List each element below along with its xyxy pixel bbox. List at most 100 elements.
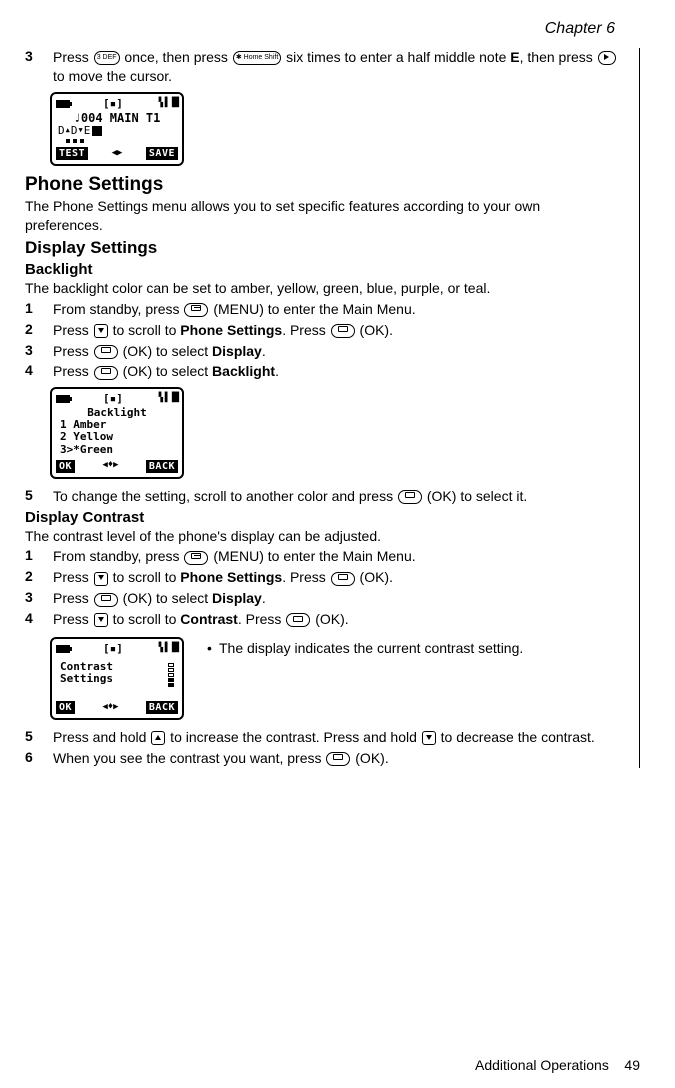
brackets-icon: [▪] bbox=[103, 643, 123, 655]
text: (MENU) to enter the Main Menu. bbox=[209, 548, 415, 564]
key-ok bbox=[94, 345, 118, 359]
step-d1: 1 From standby, press (MENU) to enter th… bbox=[25, 547, 621, 566]
text: Press bbox=[53, 363, 93, 379]
step-number: 4 bbox=[25, 362, 53, 381]
cursor-box bbox=[92, 126, 102, 136]
step-number: 3 bbox=[25, 48, 53, 86]
step-number: 1 bbox=[25, 547, 53, 566]
text: to decrease the contrast. bbox=[437, 729, 595, 745]
text: once, then press bbox=[121, 49, 232, 65]
battery-icon bbox=[56, 395, 70, 403]
key-up bbox=[151, 731, 165, 745]
key-menu bbox=[184, 551, 208, 565]
footer-page-number: 49 bbox=[624, 1057, 640, 1073]
up-icon: ▲ bbox=[66, 127, 70, 135]
lcd-body: ♩004 MAIN T1 D▲D▼ E bbox=[56, 110, 178, 145]
step-number: 1 bbox=[25, 300, 53, 319]
step-number: 3 bbox=[25, 342, 53, 361]
text: From standby, press bbox=[53, 548, 183, 564]
step-number: 2 bbox=[25, 568, 53, 587]
lcd-row: 3>*Green bbox=[60, 444, 174, 456]
text: . bbox=[262, 343, 266, 359]
text: Press bbox=[53, 49, 93, 65]
lcd-status-row: [▪] ▝▖▌▐█ bbox=[56, 98, 178, 110]
footer-section: Additional Operations bbox=[475, 1057, 609, 1073]
nav-arrows-icon: ◀♦▶ bbox=[102, 461, 118, 471]
lcd-status-row: [▪] ▝▖▌▐█ bbox=[56, 643, 178, 655]
lcd-de-row: D▲D▼ E bbox=[56, 125, 178, 137]
heading-phone-settings: Phone Settings bbox=[25, 174, 621, 196]
key-3def: 3 DEF bbox=[94, 51, 120, 65]
text: (MENU) to enter the Main Menu. bbox=[209, 301, 415, 317]
lcd-softkeys: OK ◀♦▶ BACK bbox=[56, 460, 178, 473]
key-ok bbox=[326, 752, 350, 766]
text: D bbox=[71, 125, 78, 137]
text: (OK). bbox=[356, 569, 393, 585]
text: Press and hold bbox=[53, 729, 150, 745]
step-b4: 4 Press (OK) to select Backlight. bbox=[25, 362, 621, 381]
text: (OK) to select it. bbox=[423, 488, 527, 504]
key-star-shift: ✱ Home Shift bbox=[233, 51, 281, 65]
text: to scroll to bbox=[109, 322, 181, 338]
note-area: The display indicates the current contra… bbox=[199, 631, 621, 659]
key-down bbox=[94, 572, 108, 586]
step-text: Press (OK) to select Display. bbox=[53, 342, 621, 361]
key-ok bbox=[94, 593, 118, 607]
step-text: Press and hold to increase the contrast.… bbox=[53, 728, 621, 747]
text: E bbox=[84, 125, 91, 137]
brackets-icon: [▪] bbox=[103, 393, 123, 405]
text: To change the setting, scroll to another… bbox=[53, 488, 397, 504]
step-text: From standby, press (MENU) to enter the … bbox=[53, 300, 621, 319]
text: to move the cursor. bbox=[53, 68, 172, 84]
lcd-line: Settings bbox=[60, 673, 113, 685]
battery-icon bbox=[56, 645, 70, 653]
heading-display-contrast: Display Contrast bbox=[25, 509, 621, 526]
text: Press bbox=[53, 343, 93, 359]
step-d3: 3 Press (OK) to select Display. bbox=[25, 589, 621, 608]
step-text: Press (OK) to select Backlight. bbox=[53, 362, 621, 381]
text: . Press bbox=[282, 322, 329, 338]
step-e6: 6 When you see the contrast you want, pr… bbox=[25, 749, 621, 768]
heading-display-settings: Display Settings bbox=[25, 238, 621, 258]
text: From standby, press bbox=[53, 301, 183, 317]
key-down bbox=[422, 731, 436, 745]
text: (OK). bbox=[351, 750, 388, 766]
lcd-with-note: [▪] ▝▖▌▐█ Contrast Settings OK ◀♦▶ bbox=[25, 631, 621, 728]
step-number: 3 bbox=[25, 589, 53, 608]
lcd-row: 2 Yellow bbox=[60, 431, 174, 443]
text: (OK) to select bbox=[119, 343, 212, 359]
text: (OK). bbox=[311, 611, 348, 627]
text: Press bbox=[53, 590, 93, 606]
key-ok bbox=[94, 366, 118, 380]
key-down bbox=[94, 324, 108, 338]
key-down bbox=[94, 613, 108, 627]
text: . Press bbox=[238, 611, 285, 627]
step-number: 2 bbox=[25, 321, 53, 340]
paragraph: The backlight color can be set to amber,… bbox=[25, 279, 621, 298]
page-footer: Additional Operations 49 bbox=[475, 1057, 640, 1073]
text-bold: Display bbox=[212, 590, 262, 606]
text-bold: Backlight bbox=[212, 363, 275, 379]
text: . bbox=[275, 363, 279, 379]
lcd-softkeys: TEST ◀▶ SAVE bbox=[56, 147, 178, 160]
text-bold: Contrast bbox=[180, 611, 238, 627]
key-ok bbox=[331, 324, 355, 338]
text: Press bbox=[53, 569, 93, 585]
text: to scroll to bbox=[109, 569, 181, 585]
step-text: Press to scroll to Phone Settings. Press… bbox=[53, 321, 621, 340]
signal-icon: ▝▖▌▐█ bbox=[156, 99, 178, 109]
step-text: Press to scroll to Contrast. Press (OK). bbox=[53, 610, 621, 629]
key-ok bbox=[286, 613, 310, 627]
chapter-header: Chapter 6 bbox=[25, 20, 640, 38]
lcd-screen-1: [▪] ▝▖▌▐█ ♩004 MAIN T1 D▲D▼ E TEST ◀▶ SA… bbox=[50, 92, 184, 166]
step-number: 5 bbox=[25, 487, 53, 506]
text: . Press bbox=[282, 569, 329, 585]
step-text: From standby, press (MENU) to enter the … bbox=[53, 547, 621, 566]
step-a3: 3 Press 3 DEF once, then press ✱ Home Sh… bbox=[25, 48, 621, 86]
paragraph: The contrast level of the phone's displa… bbox=[25, 527, 621, 546]
text: to scroll to bbox=[109, 611, 181, 627]
text: six times to enter a half middle note bbox=[282, 49, 510, 65]
lcd-body: Backlight 1 Amber 2 Yellow 3>*Green bbox=[56, 405, 178, 457]
paragraph: The Phone Settings menu allows you to se… bbox=[25, 197, 621, 235]
step-text: When you see the contrast you want, pres… bbox=[53, 749, 621, 768]
